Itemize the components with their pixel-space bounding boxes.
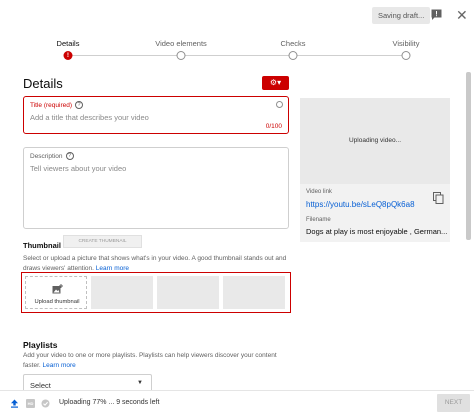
video-info-panel: Video link https://youtu.be/sLeQ8pQk6a8 … (300, 184, 450, 242)
video-preview: Uploading video... (300, 98, 450, 184)
uploading-status: Uploading video... (348, 137, 402, 144)
step-video-elements[interactable]: Video elements (155, 39, 207, 48)
filename-value: Dogs at play is most enjoyable , German.… (306, 227, 448, 236)
playlists-heading: Playlists (23, 340, 58, 350)
scrollbar[interactable] (466, 72, 471, 240)
description-field[interactable]: Description ? Tell viewers about your vi… (23, 147, 289, 229)
description-field-label: Description ? (30, 152, 74, 160)
checks-icon (41, 399, 50, 408)
step-checks-dot[interactable] (288, 51, 298, 60)
thumbnail-description-text: Select or upload a picture that shows wh… (23, 255, 287, 272)
thumbnail-slot[interactable] (157, 276, 219, 309)
step-checks[interactable]: Checks (280, 39, 305, 48)
description-label-text: Description (30, 152, 63, 160)
upload-icon (11, 399, 18, 408)
create-thumbnail-button[interactable]: CREATE THUMBNAIL (63, 235, 142, 248)
title-field[interactable]: Title (required) ? Add a title that desc… (23, 96, 289, 134)
thumbnail-heading: Thumbnail (23, 241, 61, 250)
add-photo-icon (52, 284, 63, 294)
playlist-select-value: Select (30, 381, 51, 390)
thumbnail-slot[interactable] (223, 276, 285, 309)
step-connector (297, 55, 402, 56)
hd-badge: HD (26, 399, 35, 408)
close-icon[interactable]: ✕ (456, 8, 468, 22)
upload-thumbnail-button[interactable]: Upload thumbnail (25, 276, 87, 309)
step-connector (185, 55, 289, 56)
studio-menu-button[interactable]: ⚙▾ (262, 76, 289, 90)
playlists-learn-more-link[interactable]: Learn more (43, 362, 76, 369)
page-title: Details (23, 76, 63, 91)
create-thumbnail-label: CREATE THUMBNAIL (78, 239, 127, 244)
title-field-label: Title (required) ? (30, 101, 84, 109)
studio-menu-icon: ⚙▾ (269, 78, 282, 87)
chevron-down-icon: ▼ (137, 380, 143, 386)
saving-draft-badge: Saving draft... (372, 7, 431, 24)
step-connector (72, 55, 177, 56)
title-label-text: Title (required) (30, 101, 73, 109)
thumbnail-options: Upload thumbnail (21, 272, 291, 313)
help-icon[interactable]: ? (75, 101, 84, 109)
video-link-label: Video link (306, 189, 332, 195)
description-placeholder: Tell viewers about your video (30, 164, 127, 173)
step-video-elements-dot[interactable] (176, 51, 186, 60)
thumbnail-slot[interactable] (91, 276, 153, 309)
copy-icon[interactable] (433, 192, 444, 204)
filename-label: Filename (306, 217, 331, 223)
video-link[interactable]: https://youtu.be/sLeQ8pQk6a8 (306, 200, 415, 209)
top-bar: Saving draft... ✕ (0, 0, 474, 32)
next-button[interactable]: NEXT (437, 394, 470, 412)
warning-icon (276, 101, 283, 108)
feedback-icon[interactable] (431, 9, 442, 20)
step-details[interactable]: Details (57, 39, 80, 48)
title-placeholder: Add a title that describes your video (30, 113, 149, 122)
title-char-counter: 0/100 (265, 123, 282, 130)
playlists-description: Add your video to one or more playlists.… (23, 351, 293, 371)
upload-thumbnail-label: Upload thumbnail (34, 299, 80, 305)
step-visibility[interactable]: Visibility (393, 39, 420, 48)
thumbnail-learn-more-link[interactable]: Learn more (96, 265, 129, 272)
status-footer: HD Uploading 77% ... 9 seconds left NEXT (0, 390, 474, 415)
thumbnail-description: Select or upload a picture that shows wh… (23, 254, 293, 274)
help-icon[interactable]: ? (65, 152, 74, 160)
step-visibility-dot[interactable] (401, 51, 411, 60)
step-details-error-icon[interactable]: ! (63, 51, 73, 60)
upload-progress-text: Uploading 77% ... 9 seconds left (59, 399, 160, 406)
